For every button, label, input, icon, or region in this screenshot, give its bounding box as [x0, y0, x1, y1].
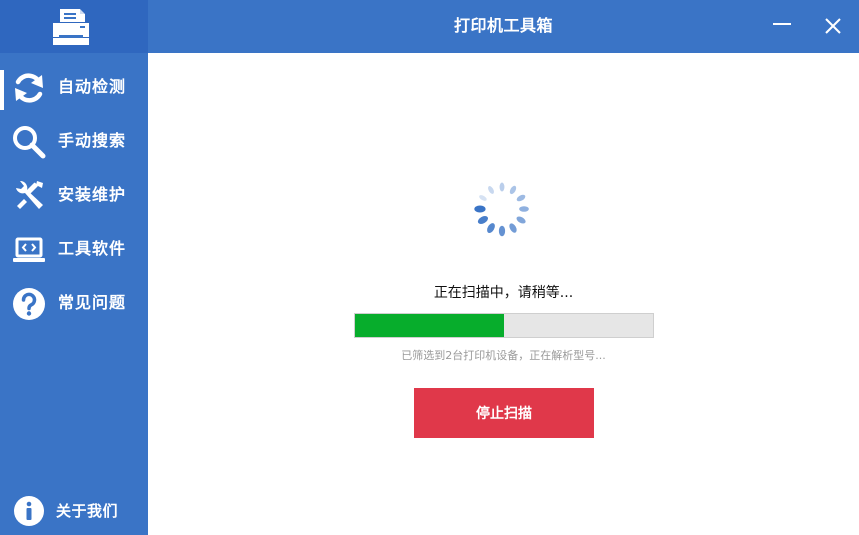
window-title: 打印机工具箱 [453, 16, 553, 35]
minimize-icon [773, 23, 791, 25]
sidebar-item-manual-search[interactable]: 手动搜索 [0, 114, 148, 168]
scan-progress-bar [354, 313, 654, 338]
progress-fill [355, 314, 504, 337]
spinner-petal [479, 195, 487, 201]
about-label: 关于我们 [56, 502, 119, 520]
sidebar-item-label: 工具软件 [58, 239, 127, 258]
sidebar-item-label: 手动搜索 [58, 131, 127, 150]
search-icon [13, 126, 46, 159]
spinner-petal [487, 223, 495, 234]
title-bar: 打印机工具箱 [0, 0, 859, 53]
spinner-petal [499, 182, 505, 192]
sidebar-item-about[interactable]: 关于我们 [0, 491, 148, 531]
info-icon [14, 496, 44, 526]
sidebar-item-label: 常见问题 [58, 293, 127, 312]
laptop-code-icon [13, 237, 45, 262]
spinner-petal [477, 215, 489, 225]
close-icon [825, 18, 841, 34]
loading-spinner-icon [474, 182, 529, 237]
close-button[interactable] [817, 10, 849, 42]
question-icon [13, 288, 45, 320]
scan-sub-status: 已筛选到2台打印机设备，正在解析型号... [401, 349, 606, 362]
printer-icon [53, 9, 89, 45]
spinner-petal [509, 223, 517, 233]
scan-status-text: 正在扫描中，请稍等... [433, 285, 574, 301]
spinner-petal [509, 185, 517, 195]
spinner-petal [516, 194, 526, 202]
tools-icon [16, 180, 43, 209]
stop-scan-button[interactable]: 停止扫描 [414, 388, 594, 438]
sidebar-item-label: 安装维护 [58, 185, 127, 204]
spinner-petal [488, 186, 494, 194]
sidebar-item-label: 自动检测 [58, 77, 127, 96]
spinner-petal [474, 205, 486, 213]
spinner-petal [516, 216, 526, 224]
sidebar: 自动检测 手动搜索 安装维护 工具软件 常见问题 关于我们 [0, 53, 148, 535]
main-panel: 正在扫描中，请稍等... 已筛选到2台打印机设备，正在解析型号... 停止扫描 [148, 53, 859, 535]
refresh-icon [15, 73, 43, 103]
sidebar-item-faq[interactable]: 常见问题 [0, 276, 148, 330]
spinner-petal [498, 225, 506, 237]
sidebar-item-install-maintain[interactable]: 安装维护 [0, 168, 148, 222]
app-window: 打印机工具箱 自动检测 手动搜索 安装维护 工具软件 常见问题 关于我们 正在扫… [0, 0, 859, 535]
sidebar-item-auto-detect[interactable]: 自动检测 [0, 60, 148, 114]
spinner-petal [519, 206, 529, 212]
app-logo [0, 0, 148, 53]
minimize-button[interactable] [766, 10, 798, 42]
sidebar-item-tool-software[interactable]: 工具软件 [0, 222, 148, 276]
